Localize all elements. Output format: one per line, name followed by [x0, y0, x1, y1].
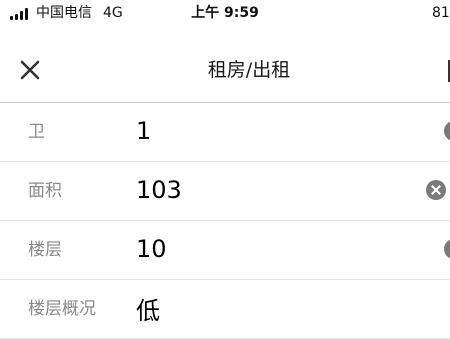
- navigation-bar: 租房/出租: [0, 40, 450, 103]
- form-row-floor: 楼层: [0, 221, 450, 280]
- bathroom-label: 卫: [28, 122, 45, 142]
- clear-icon[interactable]: [444, 239, 450, 259]
- area-input[interactable]: [128, 172, 416, 208]
- battery-level: 81%: [432, 5, 450, 21]
- floor-overview-label: 楼层概况: [28, 299, 96, 319]
- area-label: 面积: [28, 181, 62, 201]
- bathroom-input[interactable]: [128, 113, 416, 149]
- floor-input[interactable]: [128, 231, 416, 267]
- page-title: 租房/出租: [207, 59, 291, 81]
- rental-form: 卫 面积 楼层 楼层概况: [0, 103, 450, 339]
- form-row-area: 面积: [0, 162, 450, 221]
- floor-overview-input[interactable]: [128, 290, 416, 326]
- floor-label: 楼层: [28, 240, 62, 260]
- form-row-floor-overview: 楼层概况: [0, 280, 450, 339]
- status-bar: 中国电信 4G 上午 9:59 81%: [0, 0, 450, 28]
- clear-icon[interactable]: [444, 121, 450, 141]
- form-row-bathroom: 卫: [0, 103, 450, 162]
- status-time: 上午 9:59: [191, 5, 259, 21]
- clear-icon[interactable]: [426, 180, 446, 200]
